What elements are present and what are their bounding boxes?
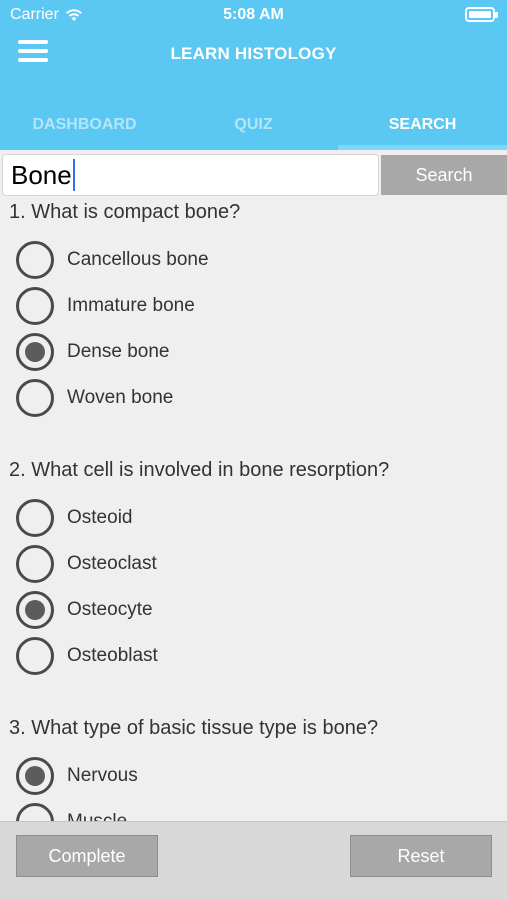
tab-dashboard[interactable]: DASHBOARD bbox=[0, 106, 169, 150]
question-text: 1. What is compact bone? bbox=[9, 201, 241, 223]
answer-label: Muscle bbox=[67, 811, 127, 821]
answer-option[interactable]: Nervous bbox=[16, 756, 138, 796]
answer-option[interactable]: Woven bone bbox=[16, 378, 173, 418]
answer-label: Woven bone bbox=[67, 387, 174, 408]
reset-button[interactable]: Reset bbox=[350, 835, 492, 877]
answer-label: Osteoclast bbox=[67, 553, 157, 574]
tab-quiz[interactable]: QUIZ bbox=[169, 106, 338, 150]
answer-option[interactable]: Osteoclast bbox=[16, 544, 157, 584]
text-cursor bbox=[73, 159, 75, 191]
status-bar: Carrier 5:08 AM bbox=[0, 0, 507, 30]
answer-label: Osteocyte bbox=[67, 599, 153, 620]
radio-button[interactable] bbox=[16, 545, 54, 583]
radio-button[interactable] bbox=[16, 637, 54, 675]
footer-bar: Complete Reset bbox=[0, 821, 507, 900]
answer-option[interactable]: Osteoid bbox=[16, 498, 132, 538]
battery-icon bbox=[465, 7, 498, 22]
answer-option[interactable]: Muscle bbox=[16, 802, 127, 821]
answer-option[interactable]: Osteocyte bbox=[16, 590, 153, 630]
page-title: LEARN HISTOLOGY bbox=[170, 44, 337, 63]
answer-option[interactable]: Dense bone bbox=[16, 332, 169, 372]
answer-label: Cancellous bone bbox=[67, 249, 209, 270]
tab-bar: DASHBOARD QUIZ SEARCH bbox=[0, 106, 507, 150]
question-text: 3. What type of basic tissue type is bon… bbox=[9, 717, 379, 739]
answer-option[interactable]: Osteoblast bbox=[16, 636, 158, 676]
app-header: Carrier 5:08 AM LEARN HISTOLOGY DASHBOAR… bbox=[0, 0, 507, 150]
radio-button[interactable] bbox=[16, 287, 54, 325]
search-input[interactable] bbox=[2, 154, 379, 196]
tab-search[interactable]: SEARCH bbox=[338, 106, 507, 150]
radio-button-selected[interactable] bbox=[16, 591, 54, 629]
question-text: 2. What cell is involved in bone resorpt… bbox=[9, 459, 390, 481]
answer-label: Dense bone bbox=[67, 341, 170, 362]
answer-label: Osteoblast bbox=[67, 645, 158, 666]
answer-label: Osteoid bbox=[67, 507, 133, 528]
radio-button-selected[interactable] bbox=[16, 333, 54, 371]
radio-button[interactable] bbox=[16, 241, 54, 279]
radio-button[interactable] bbox=[16, 803, 54, 821]
search-bar: Search bbox=[0, 153, 507, 197]
radio-button[interactable] bbox=[16, 379, 54, 417]
radio-button[interactable] bbox=[16, 499, 54, 537]
complete-button[interactable]: Complete bbox=[16, 835, 158, 877]
search-button[interactable]: Search bbox=[381, 155, 507, 195]
clock: 5:08 AM bbox=[223, 6, 284, 23]
answer-option[interactable]: Cancellous bone bbox=[16, 240, 209, 280]
answer-label: Immature bone bbox=[67, 295, 195, 316]
answer-label: Nervous bbox=[67, 765, 138, 786]
results-list[interactable]: 1. What is compact bone? Cancellous bone… bbox=[0, 197, 507, 821]
answer-option[interactable]: Immature bone bbox=[16, 286, 195, 326]
radio-button-selected[interactable] bbox=[16, 757, 54, 795]
